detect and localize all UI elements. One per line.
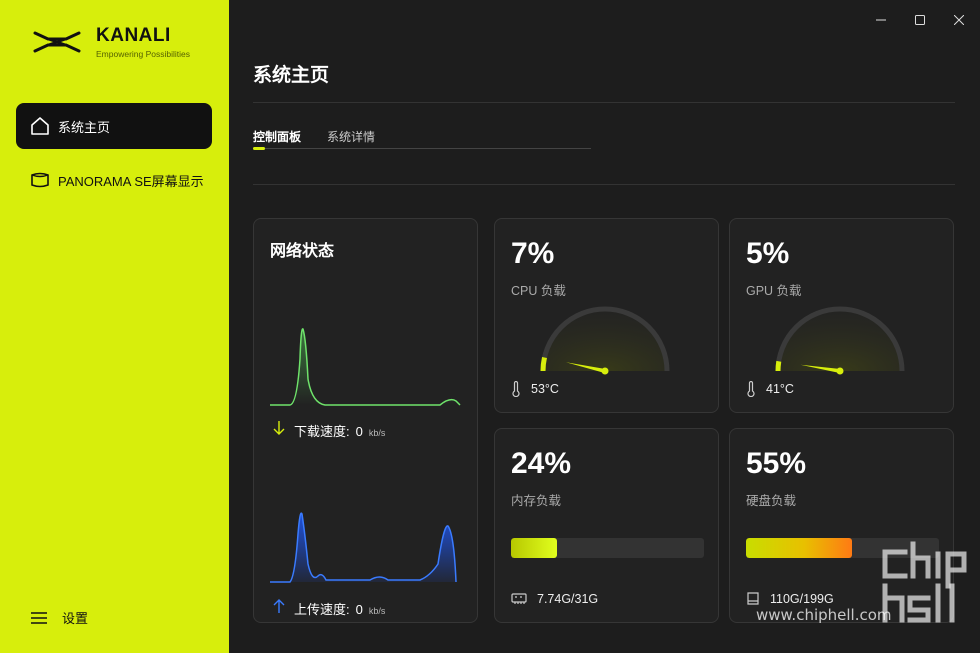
main-content: 系统主页 控制面板 系统详情 网络状态 下载速度: 0 kb/s 上传速度: 0… bbox=[229, 0, 980, 653]
brand-name: KANALI bbox=[96, 25, 171, 46]
upload-label: 上传速度: bbox=[294, 602, 350, 617]
home-icon bbox=[31, 117, 49, 135]
kanali-logo-icon bbox=[33, 31, 81, 53]
chiphell-logo-icon bbox=[882, 541, 967, 623]
cpu-percent: 7% bbox=[511, 237, 555, 270]
disk-progress-fill bbox=[746, 538, 853, 558]
network-card: 网络状态 下载速度: 0 kb/s 上传速度: 0 kb/s bbox=[253, 218, 478, 623]
cpu-gauge bbox=[540, 306, 670, 375]
settings-label: 设置 bbox=[62, 611, 89, 626]
upload-unit: kb/s bbox=[368, 606, 386, 616]
maximize-icon bbox=[915, 15, 925, 25]
tab-system-details[interactable]: 系统详情 bbox=[327, 128, 375, 145]
gauge-value-arc bbox=[540, 356, 547, 372]
gpu-temp-value: 41°C bbox=[766, 382, 794, 396]
disk-percent: 55% bbox=[746, 447, 807, 480]
tab-bar: 控制面板 系统详情 bbox=[253, 128, 401, 145]
arrow-up-icon bbox=[273, 599, 285, 613]
disk-label: 硬盘负载 bbox=[746, 494, 797, 508]
minimize-icon bbox=[876, 19, 886, 21]
brand-logo: KANALI Empowering Possibilities bbox=[32, 24, 190, 60]
page-title: 系统主页 bbox=[253, 65, 330, 86]
upload-sparkline bbox=[270, 512, 457, 583]
watermark-site: www.chiphell.com bbox=[756, 606, 892, 624]
gauge-value-arc bbox=[775, 360, 782, 372]
gauge-hub bbox=[836, 367, 844, 375]
download-value: 0 bbox=[355, 424, 363, 439]
memory-card: 24% 内存负载 7.74G/31G bbox=[494, 428, 719, 623]
gauge-face bbox=[778, 309, 902, 371]
sidebar-item-home[interactable]: 系统主页 bbox=[16, 103, 212, 149]
sidebar-item-label: PANORAMA SE屏幕显示 bbox=[58, 173, 204, 189]
active-tab-indicator bbox=[253, 147, 265, 150]
tab-track bbox=[265, 148, 591, 149]
maximize-button[interactable] bbox=[910, 10, 930, 30]
minimize-button[interactable] bbox=[871, 10, 891, 30]
brand-tagline: Empowering Possibilities bbox=[96, 49, 191, 59]
close-button[interactable] bbox=[949, 10, 969, 30]
gpu-percent: 5% bbox=[746, 237, 790, 270]
menu-icon bbox=[31, 611, 47, 624]
divider bbox=[253, 102, 955, 103]
memory-usage: 7.74G/31G bbox=[511, 592, 598, 606]
display-icon bbox=[31, 172, 49, 188]
memory-progress-bar bbox=[511, 538, 704, 558]
gpu-temperature: 41°C bbox=[746, 381, 794, 397]
network-title: 网络状态 bbox=[270, 243, 335, 260]
cpu-temp-value: 53°C bbox=[531, 382, 559, 396]
gpu-card: 5% GPU 负载 41°C bbox=[729, 218, 954, 413]
hard-disk-icon bbox=[747, 592, 759, 605]
memory-progress-fill bbox=[511, 538, 558, 558]
tab-control-panel[interactable]: 控制面板 bbox=[253, 128, 301, 145]
download-label: 下载速度: bbox=[294, 424, 350, 439]
sidebar-item-label: 系统主页 bbox=[58, 119, 111, 135]
divider bbox=[253, 184, 955, 185]
gauge-face bbox=[543, 309, 667, 371]
upload-speed: 上传速度: 0 kb/s bbox=[272, 598, 385, 618]
download-sparkline bbox=[270, 328, 461, 406]
gpu-gauge bbox=[775, 306, 905, 375]
cpu-card: 7% CPU 负载 53°C bbox=[494, 218, 719, 413]
thermometer-icon bbox=[512, 381, 520, 397]
disk-usage-value: 110G/199G bbox=[770, 592, 834, 606]
memory-label: 内存负载 bbox=[511, 494, 562, 508]
memory-icon bbox=[511, 593, 527, 604]
download-unit: kb/s bbox=[368, 428, 386, 438]
close-icon bbox=[954, 15, 964, 25]
settings-button[interactable]: 设置 bbox=[30, 608, 88, 627]
cpu-temperature: 53°C bbox=[511, 381, 559, 397]
upload-value: 0 bbox=[355, 602, 363, 617]
disk-usage: 110G/199G bbox=[746, 592, 834, 606]
memory-usage-value: 7.74G/31G bbox=[537, 592, 599, 606]
sidebar: KANALI Empowering Possibilities 系统主页 PAN… bbox=[0, 0, 229, 653]
thermometer-icon bbox=[747, 381, 755, 397]
sidebar-item-panorama[interactable]: PANORAMA SE屏幕显示 bbox=[16, 158, 212, 202]
download-speed: 下载速度: 0 kb/s bbox=[272, 420, 385, 440]
arrow-down-icon bbox=[273, 421, 285, 435]
memory-percent: 24% bbox=[511, 447, 572, 480]
gauge-hub bbox=[601, 367, 609, 375]
